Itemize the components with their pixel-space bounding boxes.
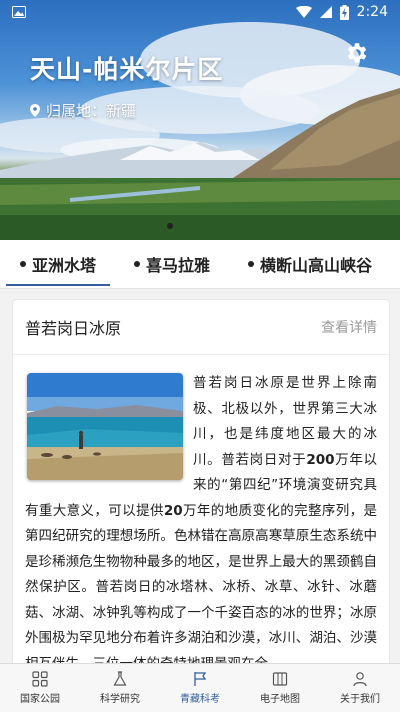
map-icon — [272, 672, 288, 686]
carousel-indicator-dot[interactable] — [167, 223, 173, 229]
tab-bullet — [20, 261, 26, 267]
settings-button[interactable] — [344, 40, 370, 66]
view-details-link[interactable]: 查看详情 — [321, 317, 377, 337]
nav-scientific-research[interactable]: 科学研究 — [80, 664, 160, 712]
nav-label: 关于我们 — [340, 694, 380, 705]
tab-label: 喜马拉雅 — [146, 256, 211, 275]
nav-label: 电子地图 — [260, 694, 300, 705]
active-tab-indicator — [6, 284, 110, 286]
lake-photo[interactable] — [27, 373, 183, 480]
status-bar: 2:24 — [0, 0, 400, 24]
card-description: 普若岗日冰原是世界上除南极、北极以外，世界第三大冰川，也是纬度地区最大的冰川。普… — [13, 355, 389, 677]
signal-icon — [319, 6, 332, 18]
bottom-navigation: 国家公园 科学研究 青藏科考 电子地图 关于我们 — [0, 663, 400, 712]
flask-icon — [113, 671, 127, 686]
wifi-icon — [295, 6, 312, 18]
tab-asia-water-tower[interactable]: 亚洲水塔 — [20, 240, 96, 288]
status-time: 2:24 — [356, 4, 388, 20]
nav-tibet-expedition[interactable]: 青藏科考 — [160, 664, 240, 712]
tab-hengduan-mountains[interactable]: 横断山高山峡谷 — [248, 240, 372, 288]
hero-location-text: 归属地：新疆 — [46, 102, 137, 120]
nav-national-parks[interactable]: 国家公园 — [0, 664, 80, 712]
nav-about-us[interactable]: 关于我们 — [320, 664, 400, 712]
battery-charging-icon — [339, 4, 349, 20]
desc-text-3: 万年的地质变化的完整序列，是第四纪研究的理想场所。色林错在高原高寒草原生态系统中… — [25, 502, 378, 672]
image-notification-icon — [12, 6, 26, 18]
user-icon — [353, 672, 367, 687]
gear-icon — [347, 43, 367, 63]
lake-landscape-image — [27, 373, 183, 480]
nav-label: 国家公园 — [20, 694, 60, 705]
desc-bold-1: 200 — [306, 451, 335, 468]
card-header: 普若岗日冰原 查看详情 — [13, 300, 389, 355]
grid-icon — [32, 671, 48, 687]
hero-banner[interactable]: 天山-帕米尔片区 归属地：新疆 — [0, 0, 400, 240]
tab-himalaya[interactable]: 喜马拉雅 — [134, 240, 210, 288]
card-title: 普若岗日冰原 — [25, 319, 122, 338]
tab-bullet — [134, 261, 140, 267]
desc-bold-2: 20 — [163, 502, 183, 519]
hero-location: 归属地：新疆 — [30, 100, 136, 121]
region-tabs: 亚洲水塔 喜马拉雅 横断山高山峡谷 — [0, 240, 400, 289]
hero-title: 天山-帕米尔片区 — [30, 55, 224, 84]
glacier-card: 普若岗日冰原 查看详情 普若岗日冰原是世界上除南极、北极以外，世界第三大冰川，也… — [12, 299, 390, 701]
flag-icon — [194, 672, 207, 686]
nav-electronic-map[interactable]: 电子地图 — [240, 664, 320, 712]
tab-bullet — [248, 261, 254, 267]
location-pin-icon — [30, 104, 40, 117]
nav-label: 科学研究 — [100, 694, 140, 705]
tab-label: 横断山高山峡谷 — [260, 256, 373, 275]
tab-label: 亚洲水塔 — [32, 256, 97, 275]
nav-label: 青藏科考 — [180, 694, 220, 705]
